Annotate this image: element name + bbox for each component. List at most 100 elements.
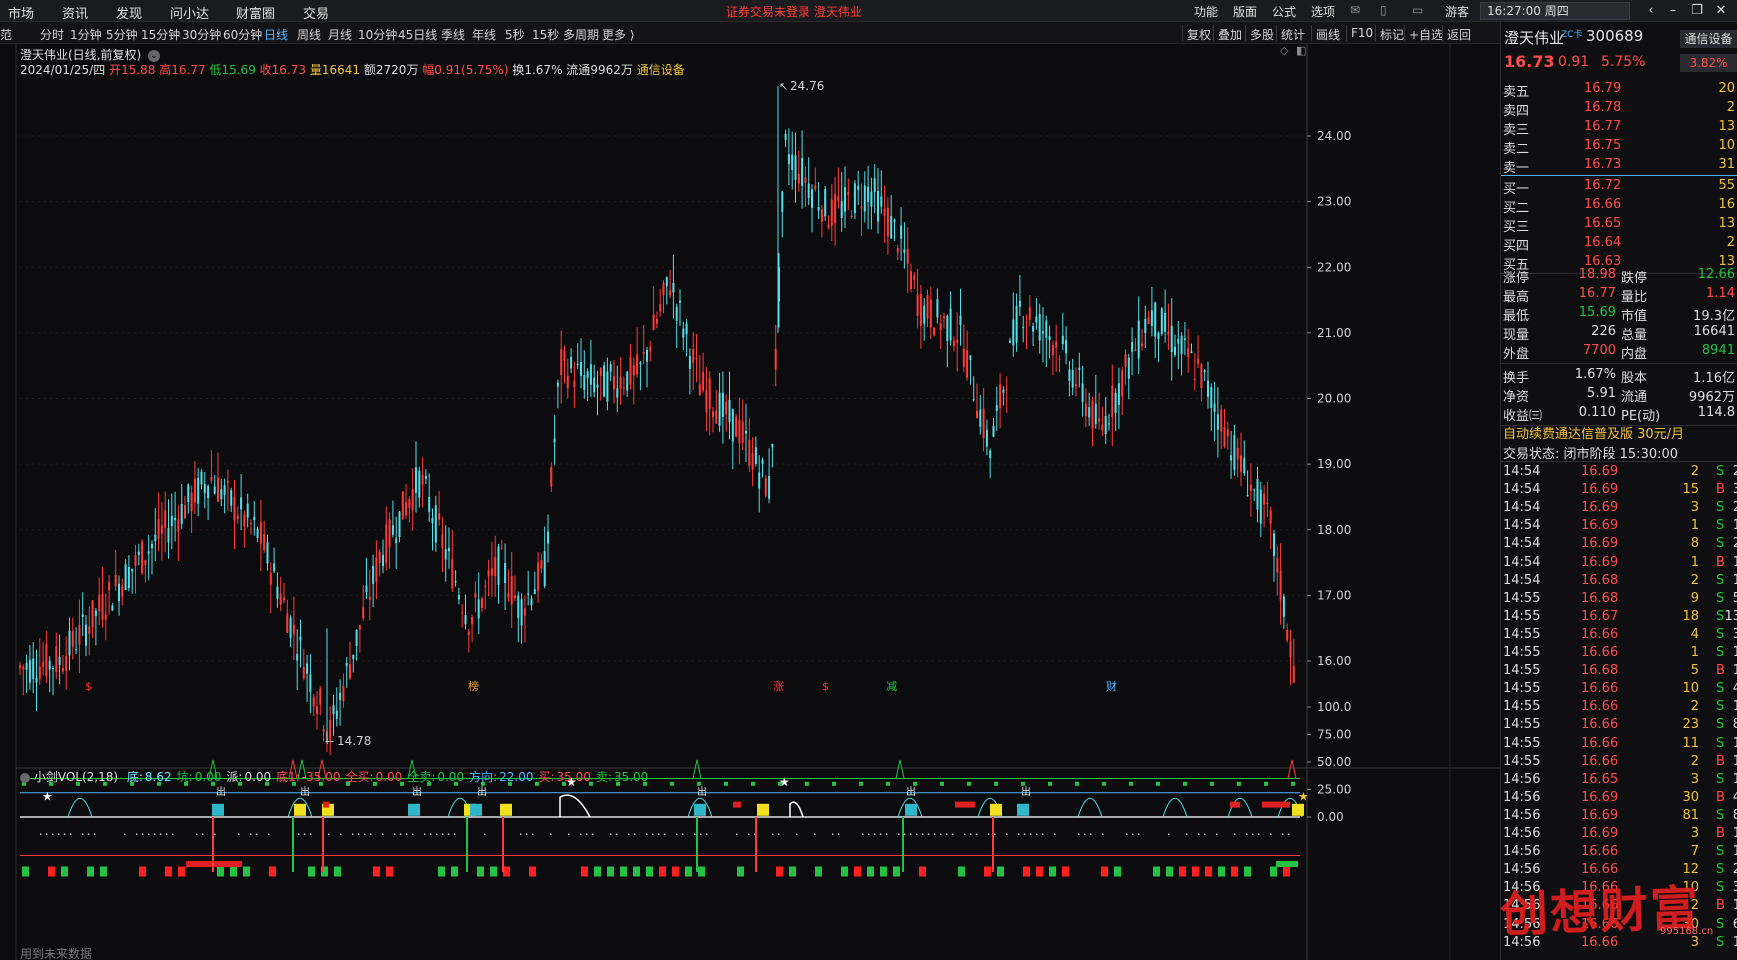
indicator-dotted-mark: [694, 833, 696, 835]
tool-button-7[interactable]: +自选: [1409, 26, 1443, 43]
period-tab-13[interactable]: 5秒: [505, 26, 525, 43]
period-tab-15[interactable]: 多周期: [563, 26, 599, 43]
candle-body: [164, 510, 167, 528]
menu-function[interactable]: 功能: [1194, 3, 1218, 20]
menu-market[interactable]: 市场: [8, 3, 34, 22]
candle-body: [1018, 300, 1021, 307]
indicator-dotted-mark: [160, 833, 162, 835]
menu-trade[interactable]: 交易: [303, 3, 329, 22]
candle-body: [959, 315, 962, 326]
chat-icon[interactable]: ▭: [1412, 3, 1423, 17]
mail-icon[interactable]: ✉: [1350, 3, 1360, 17]
tool-button-0[interactable]: 复权: [1187, 26, 1211, 43]
period-tab-5[interactable]: 60分钟: [223, 26, 262, 43]
candle-body: [121, 585, 124, 597]
period-tab-1[interactable]: 1分钟: [70, 26, 102, 43]
tool-button-8[interactable]: 返回: [1447, 26, 1471, 43]
ask-row[interactable]: 卖三 16.77 13: [1503, 118, 1737, 138]
indicator-signal-block: [1017, 803, 1029, 816]
bid-price: 16.65: [1584, 216, 1622, 231]
ask-row[interactable]: 卖二 16.75 10: [1503, 137, 1737, 157]
zc-card-tag[interactable]: ZC卡: [1561, 27, 1582, 40]
candle-body: [1035, 316, 1038, 323]
tick-row: 14:55 16.68 9 S 5: [1503, 590, 1737, 608]
indicator-dotted-mark: [916, 833, 918, 835]
candle-body: [662, 282, 665, 295]
tick-volume: 81: [1682, 807, 1699, 823]
candle-body: [309, 674, 312, 693]
bid-label: 买三: [1503, 220, 1530, 235]
tool-button-4[interactable]: 画线: [1316, 26, 1340, 43]
ask-row[interactable]: 卖四 16.78 2: [1503, 99, 1737, 119]
chevron-down-icon[interactable]: ⌄: [148, 49, 161, 62]
candle-body: [995, 405, 998, 411]
menu-formula[interactable]: 公式: [1272, 3, 1296, 20]
ask-row[interactable]: 卖一 16.73 31: [1503, 156, 1737, 176]
close-icon[interactable]: ✕: [1710, 2, 1732, 20]
period-tab-8[interactable]: 月线: [328, 26, 352, 43]
indicator-dotted-mark: [352, 833, 354, 835]
indicator-bump: [1162, 797, 1188, 818]
bid-row[interactable]: 买四 16.64 2: [1503, 234, 1737, 254]
promo-link[interactable]: 自动续费通达信普及版 30元/月: [1503, 423, 1684, 442]
candle-body: [230, 490, 233, 506]
period-tab-4[interactable]: 30分钟: [182, 26, 221, 43]
industry-tag[interactable]: 通信设备: [1680, 30, 1737, 48]
candle-body: [207, 486, 210, 499]
period-tab-14[interactable]: 15秒: [532, 26, 559, 43]
bid-row[interactable]: 买二 16.66 16: [1503, 196, 1737, 216]
panel-toggle-icon: ◧: [1296, 44, 1306, 57]
back-icon[interactable]: ‹: [1640, 2, 1662, 20]
event-marker: 财: [1106, 679, 1117, 693]
menu-wealth[interactable]: 财富圈: [236, 3, 275, 22]
candle-body: [613, 376, 615, 390]
tool-button-6[interactable]: 标记: [1380, 26, 1404, 43]
period-tab-3[interactable]: 15分钟: [141, 26, 180, 43]
period-tab-16[interactable]: 更多 ⟩: [602, 26, 635, 43]
menu-layout[interactable]: 版面: [1233, 3, 1257, 20]
candle-body: [550, 467, 553, 487]
period-tab-0[interactable]: 分时: [40, 26, 64, 43]
tool-button-2[interactable]: 多股: [1250, 26, 1274, 43]
tick-count: 3: [1732, 482, 1737, 498]
kline-chart-svg[interactable]: 24.00 23.00 22.00 21.00 20.00 19.00 18.00 17.00…: [0, 44, 1500, 960]
period-tab-10[interactable]: 45日线: [398, 26, 437, 43]
indicator-menu-icon[interactable]: [20, 772, 30, 783]
candle-body: [586, 371, 589, 378]
restore-icon[interactable]: ❐: [1686, 2, 1708, 20]
menu-options[interactable]: 选项: [1311, 3, 1335, 20]
ask-label: 卖三: [1503, 123, 1530, 138]
menu-news[interactable]: 资讯: [62, 3, 88, 22]
minimize-icon[interactable]: –: [1662, 2, 1684, 20]
indicator-dotted-mark: [814, 833, 816, 835]
min-price-annotation: 14.78: [337, 734, 371, 748]
bid-row[interactable]: 买一 16.72 55: [1503, 177, 1737, 197]
user-label[interactable]: 游客: [1445, 3, 1469, 20]
period-tab-11[interactable]: 季线: [441, 26, 465, 43]
period-tab-2[interactable]: 5分钟: [106, 26, 138, 43]
ask-row[interactable]: 卖五 16.79 20: [1503, 80, 1737, 100]
signal-label: 出: [1021, 785, 1031, 798]
tool-button-1[interactable]: 叠加: [1218, 26, 1242, 43]
period-tab-7[interactable]: 周线: [297, 26, 321, 43]
menu-discover[interactable]: 发现: [116, 3, 142, 22]
tick-time: 14:55: [1503, 681, 1541, 697]
period-tab-6[interactable]: 日线: [264, 26, 288, 43]
menu-wenxiaoda[interactable]: 问小达: [170, 3, 209, 22]
period-tab-9[interactable]: 10分钟: [358, 26, 397, 43]
indicator-dot: [1048, 781, 1052, 786]
phone-icon[interactable]: ▯: [1380, 3, 1387, 17]
bid-row[interactable]: 买三 16.65 13: [1503, 215, 1737, 235]
tool-button-5[interactable]: F10: [1351, 26, 1373, 40]
indicator-param-value: 35.00: [613, 770, 649, 784]
candle-body: [507, 593, 510, 598]
indicator-dotted-mark: [922, 833, 924, 835]
toolbar-divider: [1375, 25, 1376, 41]
period-tab-12[interactable]: 年线: [472, 26, 496, 43]
indicator-dotted-mark: [1084, 833, 1086, 835]
candle-body: [352, 654, 355, 660]
indicator-dot: [805, 781, 809, 786]
indicator-dotted-mark: [1030, 833, 1032, 835]
candle-body: [292, 624, 295, 635]
tool-button-3[interactable]: 统计: [1281, 26, 1305, 43]
